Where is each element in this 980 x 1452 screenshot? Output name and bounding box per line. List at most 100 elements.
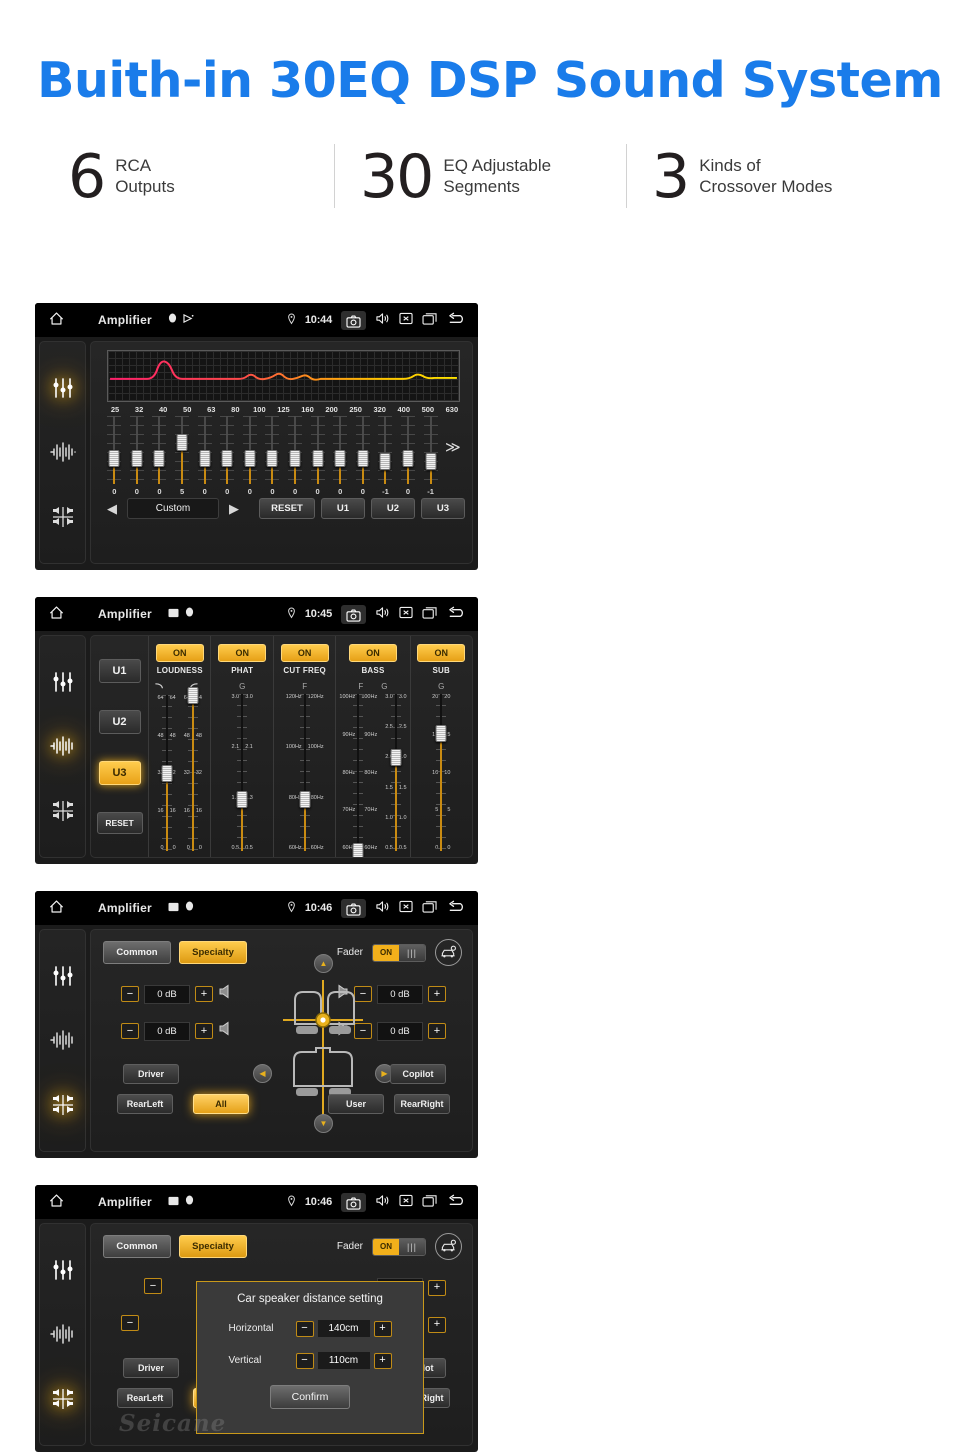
nav-down-button[interactable]: ▼	[314, 1114, 333, 1133]
home-icon[interactable]	[48, 605, 65, 623]
crossover-slider-track[interactable]	[299, 694, 311, 851]
seat-user-button[interactable]: User	[328, 1094, 384, 1114]
eq-slider-knob[interactable]	[289, 450, 301, 468]
eq-slider[interactable]: 0	[329, 416, 352, 496]
balance-icon[interactable]	[48, 796, 78, 826]
eq-slider[interactable]: -1	[374, 416, 397, 496]
fader-toggle[interactable]: ON |||	[371, 1237, 426, 1256]
plus-button[interactable]: +	[428, 1023, 446, 1039]
preset-next-button[interactable]: ▶	[225, 501, 243, 517]
balance-icon[interactable]	[48, 1090, 78, 1120]
waveform-icon[interactable]	[48, 437, 78, 467]
seat-copilot-button[interactable]: Copilot	[390, 1064, 446, 1084]
crossover-slider[interactable]: 644832160644832160	[184, 687, 202, 851]
balance-icon[interactable]	[48, 1384, 78, 1414]
minus-button[interactable]: −	[121, 1315, 139, 1331]
close-x-icon[interactable]	[399, 900, 413, 916]
eq-slider-track[interactable]	[310, 416, 325, 484]
crossover-on-toggle[interactable]: ON	[417, 644, 466, 662]
crossover-slider-track[interactable]	[352, 694, 364, 857]
preset-name[interactable]: Custom	[127, 498, 219, 519]
equalizer-icon[interactable]	[48, 667, 78, 697]
recents-icon[interactable]	[422, 1194, 438, 1210]
crossover-preset-u2-button[interactable]: U2	[98, 709, 141, 734]
eq-slider[interactable]: 5	[171, 416, 194, 496]
preset-u2-button[interactable]: U2	[371, 498, 415, 519]
plus-button[interactable]: +	[428, 1316, 446, 1333]
crossover-slider-knob[interactable]	[236, 790, 248, 808]
crossover-preset-u1-button[interactable]: U1	[98, 658, 141, 683]
plus-button[interactable]: +	[373, 1352, 392, 1369]
eq-slider[interactable]: 0	[306, 416, 329, 496]
eq-slider-knob[interactable]	[176, 433, 188, 451]
camera-icon[interactable]	[341, 898, 366, 918]
eq-slider[interactable]: 0	[103, 416, 126, 496]
back-icon[interactable]	[447, 606, 468, 623]
eq-slider-track[interactable]	[378, 416, 393, 484]
eq-slider-track[interactable]	[220, 416, 235, 484]
crossover-slider[interactable]: 644832160644832160	[157, 695, 176, 851]
eq-slider-knob[interactable]	[334, 450, 346, 468]
eq-slider[interactable]: 0	[148, 416, 171, 496]
crossover-slider[interactable]: 100Hz 90Hz 80Hz 70Hz 60Hz 100Hz 90Hz 80Hz 70Hz 60…	[339, 694, 377, 857]
crossover-slider-track[interactable]	[187, 687, 199, 851]
home-icon[interactable]	[48, 899, 65, 917]
seat-driver-button[interactable]: Driver	[123, 1064, 179, 1084]
crossover-reset-button[interactable]: RESET	[96, 812, 143, 835]
plus-button[interactable]: +	[428, 986, 446, 1002]
minus-button[interactable]: −	[121, 986, 139, 1002]
volume-icon[interactable]	[375, 1194, 390, 1210]
tab-common[interactable]: Common	[103, 1235, 171, 1258]
eq-slider-knob[interactable]	[244, 450, 256, 468]
nav-up-button[interactable]: ▲	[314, 954, 333, 973]
camera-icon[interactable]	[341, 1192, 366, 1212]
eq-slider-track[interactable]	[355, 416, 370, 484]
eq-slider-track[interactable]	[175, 416, 190, 484]
seat-rearleft-button[interactable]: RearLeft	[117, 1094, 173, 1114]
seat-rearright-button[interactable]: RearRight	[394, 1094, 450, 1114]
crossover-preset-u3-button[interactable]: U3	[98, 761, 141, 786]
plus-button[interactable]: +	[373, 1320, 392, 1337]
home-icon[interactable]	[48, 1193, 65, 1211]
crossover-slider-track[interactable]	[435, 694, 447, 851]
eq-slider[interactable]: 0	[239, 416, 262, 496]
crossover-slider-knob[interactable]	[352, 843, 364, 857]
plus-button[interactable]: +	[195, 1023, 213, 1039]
eq-slider-track[interactable]	[423, 416, 438, 484]
seat-driver-button[interactable]: Driver	[123, 1358, 179, 1378]
reset-button[interactable]: RESET	[259, 498, 315, 519]
camera-icon[interactable]	[341, 310, 366, 330]
recents-icon[interactable]	[422, 900, 438, 916]
crossover-slider-track[interactable]	[236, 694, 248, 851]
eq-slider-knob[interactable]	[199, 450, 211, 468]
camera-icon[interactable]	[341, 604, 366, 624]
eq-slider-knob[interactable]	[379, 453, 391, 471]
eq-slider[interactable]: 0	[284, 416, 307, 496]
crossover-on-toggle[interactable]: ON	[348, 644, 397, 662]
crossover-slider[interactable]: 120Hz 100Hz 80Hz 60Hz 120Hz 100Hz 80Hz 60Hz	[286, 694, 324, 851]
home-icon[interactable]	[48, 311, 65, 329]
preset-prev-button[interactable]: ◀	[103, 501, 121, 517]
close-x-icon[interactable]	[399, 312, 413, 328]
eq-slider-track[interactable]	[288, 416, 303, 484]
eq-slider-knob[interactable]	[266, 450, 278, 468]
crossover-on-toggle[interactable]: ON	[218, 644, 267, 662]
crossover-slider-track[interactable]	[390, 694, 402, 851]
eq-slider-track[interactable]	[401, 416, 416, 484]
fader-toggle[interactable]: ON |||	[371, 943, 426, 962]
eq-slider[interactable]: 0	[397, 416, 420, 496]
crossover-slider-knob[interactable]	[161, 765, 173, 782]
crossover-slider-knob[interactable]	[435, 725, 447, 743]
eq-slider-knob[interactable]	[108, 450, 120, 468]
eq-slider[interactable]: 0	[261, 416, 284, 496]
tab-specialty[interactable]: Specialty	[179, 1235, 247, 1258]
crossover-slider[interactable]: 3.0 2.5 2.0 1.5 1.0 0.5 3.0 2.5 2.0 1.5 1.0 0.5	[385, 694, 407, 851]
car-settings-icon[interactable]	[435, 1233, 462, 1260]
crossover-on-toggle[interactable]: ON	[280, 644, 329, 662]
seat-all-button[interactable]: All	[193, 1094, 249, 1114]
eq-slider-knob[interactable]	[312, 450, 324, 468]
eq-slider[interactable]: 0	[216, 416, 239, 496]
minus-button[interactable]: −	[144, 1278, 162, 1294]
crossover-slider-knob[interactable]	[187, 687, 199, 704]
preset-u1-button[interactable]: U1	[321, 498, 365, 519]
